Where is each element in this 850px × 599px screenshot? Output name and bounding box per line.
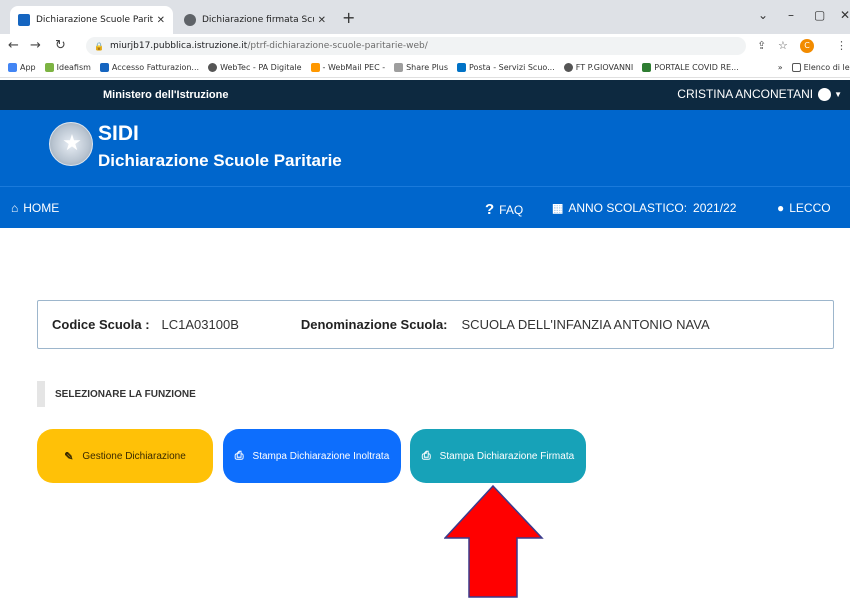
bookmark-shareplus[interactable]: Share Plus <box>394 63 448 72</box>
share-icon[interactable]: ⇪ <box>757 39 766 52</box>
new-tab-icon[interactable]: + <box>342 8 355 27</box>
print-icon: ⎙ <box>421 449 431 462</box>
apps-grid-icon <box>8 63 17 72</box>
school-name-value: SCUOLA DELL'INFANZIA ANTONIO NAVA <box>461 317 710 332</box>
app-short-name: SIDI <box>98 122 139 145</box>
ftp-icon <box>563 63 573 72</box>
tab-title: Dichiarazione Scuole Paritarie <box>36 15 153 25</box>
bookmark-posta[interactable]: Posta - Servizi Scuo... <box>457 63 555 72</box>
outlook-icon <box>457 63 467 72</box>
nav-location[interactable]: ● LECCO <box>777 201 831 215</box>
app-name: Dichiarazione Scuole Paritarie <box>98 151 342 170</box>
school-name-label: Denominazione Scuola: <box>300 317 448 332</box>
calendar-icon: ▦ <box>552 201 564 215</box>
bookmark-fatturazione[interactable]: Accesso Fatturazion... <box>99 63 199 72</box>
tab-title: Dichiarazione firmata Scuola LC1 <box>202 15 314 25</box>
fatturazione-icon <box>99 63 109 72</box>
user-circle-icon <box>818 87 832 101</box>
print-icon: ⎙ <box>234 449 244 462</box>
close-tab-icon[interactable]: ✕ <box>318 15 326 26</box>
browser-tab-inactive[interactable]: Dichiarazione firmata Scuola LC1 ✕ <box>176 6 334 34</box>
covid-portal-icon <box>642 63 652 72</box>
tab-search-icon[interactable]: ⌄ <box>758 8 768 22</box>
profile-avatar[interactable]: C <box>800 39 814 53</box>
bookmark-star-icon[interactable]: ☆ <box>778 39 788 52</box>
minimize-icon[interactable]: – <box>788 8 794 22</box>
ministry-name: Ministero dell'Istruzione <box>103 89 229 101</box>
close-tab-icon[interactable]: ✕ <box>157 15 165 26</box>
home-icon: ⌂ <box>11 201 19 215</box>
globe-icon <box>184 14 196 26</box>
ideafism-icon <box>44 63 54 72</box>
bookmark-apps[interactable]: App <box>8 63 36 72</box>
app-header: ★ SIDI Dichiarazione Scuole Paritarie <box>0 110 850 186</box>
forward-icon[interactable]: → <box>30 38 41 53</box>
lock-icon: 🔒 <box>94 41 104 51</box>
url-host: miurjb17.pubblica.istruzione.it <box>109 41 248 51</box>
webmail-icon <box>310 63 320 72</box>
reload-icon[interactable]: ↻ <box>55 38 66 53</box>
address-bar[interactable]: 🔒 miurjb17.pubblica.istruzione.it /ptrf-… <box>86 37 746 55</box>
section-title: SELEZIONARE LA FUNZIONE <box>37 381 287 407</box>
red-up-arrow-annotation <box>444 484 544 598</box>
url-path: /ptrf-dichiarazione-scuole-paritarie-web… <box>247 41 428 51</box>
reading-list-icon <box>791 63 801 72</box>
sidi-favicon-icon <box>18 14 30 26</box>
school-code-label: Codice Scuola : <box>52 317 150 332</box>
nav-school-year[interactable]: ▦ ANNO SCOLASTICO: 2021/22 <box>552 201 736 215</box>
user-menu[interactable]: CRISTINA ANCONETANI ▼ <box>677 87 842 101</box>
map-marker-icon: ● <box>777 201 785 215</box>
caret-down-icon: ▼ <box>834 89 842 99</box>
shareplus-icon <box>394 63 404 72</box>
bookmark-webmail[interactable]: - WebMail PEC - <box>310 63 385 72</box>
school-code-value: LC1A03100B <box>161 317 239 332</box>
bookmarks-bar: App Ideafism Accesso Fatturazion... WebT… <box>0 58 850 78</box>
menu-icon[interactable]: ⋮ <box>836 39 847 52</box>
user-name: CRISTINA ANCONETANI <box>677 87 814 101</box>
main-navbar: ⌂ HOME ? FAQ ▦ ANNO SCOLASTICO: 2021/22 … <box>0 186 850 228</box>
edit-icon: ✎ <box>64 450 74 463</box>
bookmark-ideafism[interactable]: Ideafism <box>44 63 91 72</box>
question-icon: ? <box>485 201 495 218</box>
nav-faq[interactable]: ? FAQ <box>485 201 523 218</box>
school-info-box: Codice Scuola : LC1A03100B Denominazione… <box>37 300 834 349</box>
bookmark-reading-list[interactable]: Elenco di lettura <box>791 63 850 72</box>
bookmark-ftpgiovanni[interactable]: FT P.GIOVANNI <box>563 63 633 72</box>
browser-toolbar: ← → ↻ 🔒 miurjb17.pubblica.istruzione.it … <box>0 34 850 58</box>
browser-tab-active[interactable]: Dichiarazione Scuole Paritarie ✕ <box>10 6 173 34</box>
republic-emblem-icon: ★ <box>49 122 93 166</box>
bookmark-webtec[interactable]: WebTec - PA Digitale <box>208 63 302 72</box>
stampa-firmata-button[interactable]: ⎙ Stampa Dichiarazione Firmata <box>410 429 586 483</box>
ministry-top-bar: Ministero dell'Istruzione CRISTINA ANCON… <box>0 80 850 110</box>
back-icon[interactable]: ← <box>8 38 19 53</box>
maximize-icon[interactable]: ▢ <box>814 8 825 22</box>
close-window-icon[interactable]: ✕ <box>840 8 850 22</box>
nav-home[interactable]: ⌂ HOME <box>11 201 59 215</box>
stampa-inoltrata-button[interactable]: ⎙ Stampa Dichiarazione Inoltrata <box>223 429 401 483</box>
bookmark-covid[interactable]: PORTALE COVID RE... <box>642 63 739 72</box>
webtec-icon <box>208 63 218 72</box>
more-bookmarks[interactable]: » <box>778 63 783 72</box>
browser-tab-strip: Dichiarazione Scuole Paritarie ✕ Dichiar… <box>0 0 850 34</box>
gestione-dichiarazione-button[interactable]: ✎ Gestione Dichiarazione <box>37 429 213 483</box>
